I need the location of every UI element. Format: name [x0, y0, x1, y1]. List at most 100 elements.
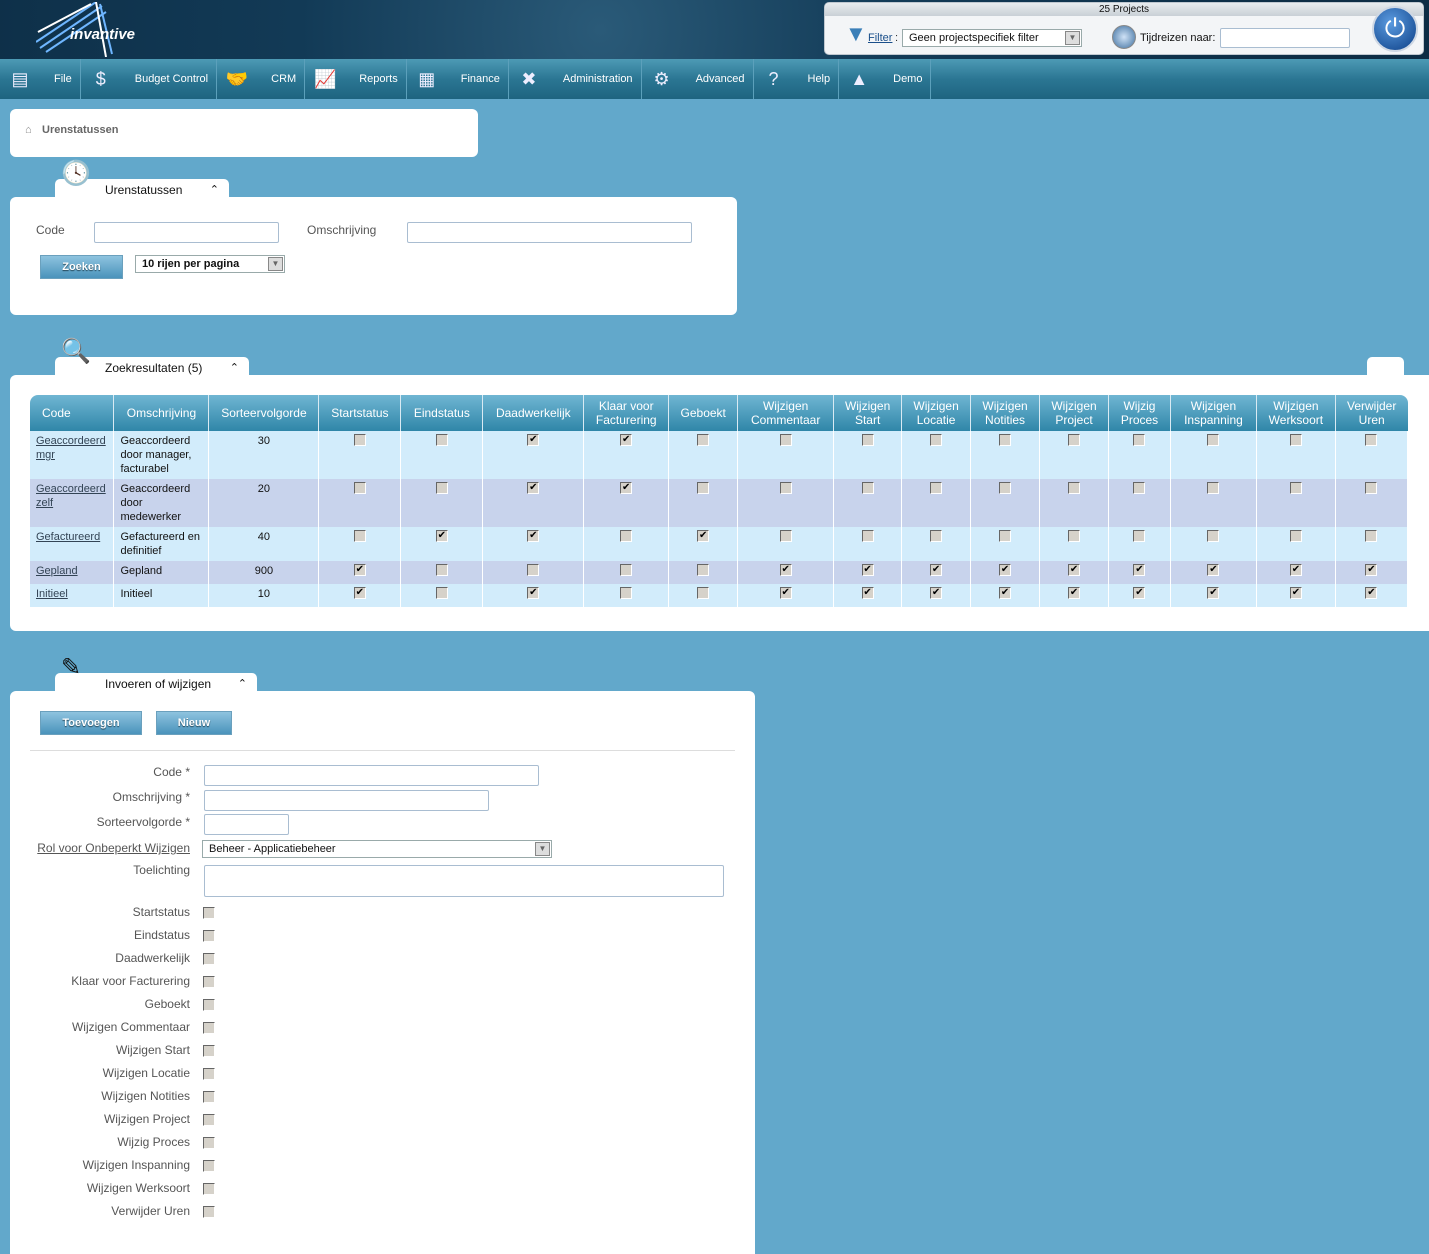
checkbox-label: Wijzigen Start	[115, 1043, 190, 1057]
home-icon[interactable]: ⌂	[25, 124, 32, 136]
checkbox-label: Geboekt	[144, 997, 190, 1011]
checkbox-unchecked	[620, 564, 633, 576]
project-count: 25 Projects	[825, 3, 1423, 16]
checkbox-cell	[400, 479, 484, 527]
omschrijving-cell: Gepland	[113, 561, 210, 584]
checkbox-cell	[318, 527, 402, 561]
checkbox[interactable]	[203, 1137, 215, 1149]
checkbox-cell	[1108, 527, 1171, 561]
checkbox-checked: ✔	[1365, 564, 1378, 576]
search-panel-tab[interactable]: 🕓 Urenstatussen ⌃	[55, 162, 229, 199]
project-filter-select[interactable]: Geen projectspecifiek filter ▼	[902, 29, 1082, 47]
search-button[interactable]: Zoeken	[40, 255, 123, 279]
checkbox-unchecked	[779, 530, 792, 542]
checkbox-cell: ✔	[1170, 561, 1257, 584]
code-field-label: Code *	[153, 765, 190, 779]
checkbox[interactable]	[203, 953, 215, 965]
menu-administration[interactable]: ✖ Administration	[509, 59, 642, 99]
column-header[interactable]: Verwijder Uren	[1335, 395, 1408, 431]
column-header[interactable]: Klaar voor Facturering	[583, 395, 670, 431]
code-search-input[interactable]	[94, 222, 279, 243]
results-extra-tab[interactable]	[1367, 357, 1404, 377]
column-header[interactable]: Startstatus	[318, 395, 402, 431]
checkbox[interactable]	[203, 1045, 215, 1057]
project-filter-box: 25 Projects ▼ Filter : Geen projectspeci…	[824, 2, 1424, 55]
checkbox[interactable]	[203, 1206, 215, 1218]
checkbox-cell: ✔	[1039, 584, 1110, 607]
column-header[interactable]: Daadwerkelijk	[482, 395, 585, 431]
checkbox-checked: ✔	[999, 587, 1012, 599]
checkbox-label: Wijzigen Inspanning	[82, 1158, 190, 1172]
filter-icon: ▼	[845, 21, 867, 46]
column-header[interactable]: Sorteervolgorde	[208, 395, 320, 431]
menu-demo[interactable]: ▲ Demo	[839, 59, 932, 99]
new-button[interactable]: Nieuw	[156, 711, 232, 735]
checkbox[interactable]	[203, 1068, 215, 1080]
checkbox[interactable]	[203, 1114, 215, 1126]
checkbox-cell: ✔	[668, 527, 739, 561]
menu-reports[interactable]: 📈 Reports	[305, 59, 407, 99]
time-travel-input[interactable]	[1220, 28, 1350, 48]
column-header[interactable]: Code	[30, 395, 115, 431]
checkbox[interactable]	[203, 999, 215, 1011]
search-panel: Code Omschrijving Zoeken 10 rijen per pa…	[10, 197, 737, 315]
menu-finance[interactable]: ▦ Finance	[407, 59, 509, 99]
checkbox[interactable]	[203, 1091, 215, 1103]
menu-file[interactable]: ▤ File	[0, 59, 81, 99]
menu-budget-control[interactable]: $ Budget Control	[81, 59, 218, 99]
filter-link[interactable]: Filter	[868, 32, 892, 44]
code-link[interactable]: Geaccordeerd zelf	[36, 483, 106, 509]
code-link[interactable]: Gepland	[36, 565, 78, 577]
code-link[interactable]: Gefactureerd	[36, 531, 100, 543]
rows-per-page-select[interactable]: 10 rijen per pagina ▼	[135, 255, 285, 273]
column-header[interactable]: Geboekt	[668, 395, 739, 431]
checkbox-unchecked	[999, 434, 1012, 446]
checkbox[interactable]	[203, 1022, 215, 1034]
omschrijving-search-input[interactable]	[407, 222, 692, 243]
checkbox-cell	[1256, 527, 1336, 561]
column-header[interactable]: Wijzigen Commentaar	[737, 395, 835, 431]
menu-advanced[interactable]: ⚙ Advanced	[642, 59, 754, 99]
column-header[interactable]: Wijzigen Project	[1039, 395, 1110, 431]
column-header[interactable]: Wijzig Proces	[1108, 395, 1171, 431]
menu-crm[interactable]: 🤝 CRM	[217, 59, 306, 99]
checkbox-cell: ✔	[482, 479, 585, 527]
checkbox-label: Wijzigen Notities	[101, 1089, 190, 1103]
code-link[interactable]: Initieel	[36, 588, 68, 600]
column-header[interactable]: Wijzigen Notities	[970, 395, 1041, 431]
checkbox[interactable]	[203, 930, 215, 942]
checkbox-cell	[1170, 527, 1257, 561]
column-header[interactable]: Wijzigen Start	[833, 395, 903, 431]
toelichting-textarea[interactable]	[204, 865, 724, 897]
invantive-logo[interactable]: invantive	[36, 2, 156, 57]
checkbox[interactable]	[203, 907, 215, 919]
checkbox[interactable]	[203, 976, 215, 988]
power-logout-button[interactable]: ⏻	[1372, 6, 1418, 52]
code-link[interactable]: Geaccordeerd mgr	[36, 435, 106, 461]
column-header[interactable]: Omschrijving	[113, 395, 210, 431]
column-header[interactable]: Eindstatus	[400, 395, 484, 431]
checkbox[interactable]	[203, 1183, 215, 1195]
results-panel-tab[interactable]: 🔍 Zoekresultaten (5) ⌃	[55, 340, 249, 377]
column-header[interactable]: Wijzigen Werksoort	[1256, 395, 1336, 431]
checkbox-checked: ✔	[930, 564, 943, 576]
menu-help[interactable]: ? Help	[754, 59, 840, 99]
omschrijving-field[interactable]	[204, 790, 489, 811]
checkbox-cell: ✔	[1256, 584, 1336, 607]
add-button[interactable]: Toevoegen	[40, 711, 142, 735]
table-row: Gepland Gepland 900 ✔ ✔ ✔ ✔ ✔ ✔ ✔ ✔ ✔ ✔	[30, 561, 1409, 584]
column-header[interactable]: Wijzigen Locatie	[901, 395, 972, 431]
role-link[interactable]: Rol voor Onbeperkt Wijzigen	[37, 841, 190, 855]
edit-panel-tab[interactable]: ✎ Invoeren of wijzigen ⌃	[55, 656, 257, 693]
checkbox-unchecked	[930, 434, 943, 446]
project-filter-value: Geen projectspecifiek filter	[909, 32, 1039, 44]
column-header[interactable]: Wijzigen Inspanning	[1170, 395, 1257, 431]
sort-field[interactable]	[204, 814, 289, 835]
code-field[interactable]	[204, 765, 539, 786]
checkbox-cell	[1039, 479, 1110, 527]
checkbox[interactable]	[203, 1160, 215, 1172]
role-select[interactable]: Beheer - Applicatiebeheer ▼	[202, 840, 552, 858]
checkbox-checked: ✔	[1365, 587, 1378, 599]
checkbox-cell	[1170, 431, 1257, 479]
breadcrumb-current: Urenstatussen	[42, 124, 119, 136]
